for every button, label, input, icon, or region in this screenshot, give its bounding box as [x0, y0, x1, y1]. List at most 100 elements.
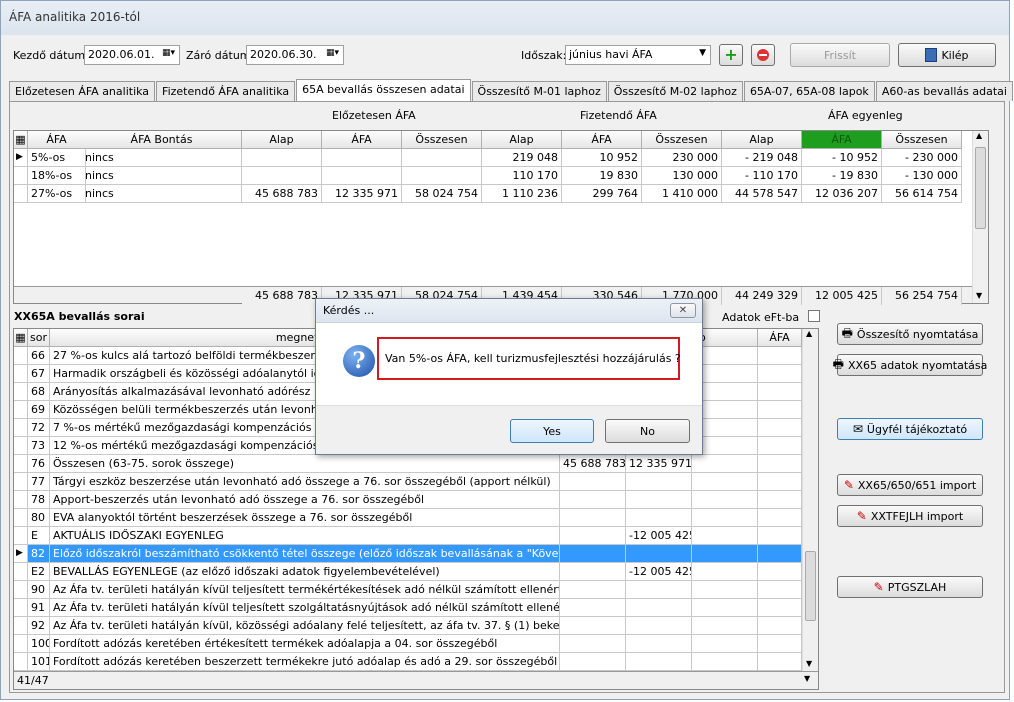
row-extra1[interactable] — [692, 599, 758, 617]
eft-checkbox[interactable] — [808, 310, 820, 322]
row-alap[interactable] — [560, 509, 626, 527]
row-extra2[interactable] — [758, 365, 802, 383]
row-alap[interactable] — [560, 473, 626, 491]
row-alap[interactable] — [560, 563, 626, 581]
tab-65a07[interactable]: 65A-07, 65A-08 lapok — [743, 81, 875, 101]
row-extra2[interactable] — [758, 635, 802, 653]
row-extra2[interactable] — [758, 653, 802, 671]
row-extra2[interactable] — [758, 473, 802, 491]
row-extra2[interactable] — [758, 581, 802, 599]
row-afa[interactable] — [626, 473, 692, 491]
row-extra1[interactable] — [692, 617, 758, 635]
import-xxtfejlh-button[interactable]: ✎ XXTFEJLH import — [837, 505, 983, 527]
summary-grid[interactable]: ▲ ▼ ▦ ÁFA ÁFA Bontás Alap ÁFA Összesen Alap ÁFA… — [13, 130, 989, 305]
row-sor[interactable]: 82 — [28, 545, 50, 563]
rows-scrollbar[interactable]: ▲ ▼ — [802, 329, 818, 671]
grid-cell[interactable]: 230 000 — [642, 149, 722, 167]
row-sor[interactable]: 77 — [28, 473, 50, 491]
grid-cell[interactable]: 110 170 — [482, 167, 562, 185]
grid-cell[interactable] — [242, 167, 322, 185]
row-sor[interactable]: E — [28, 527, 50, 545]
grid-cell[interactable]: 27%-os — [28, 185, 86, 203]
row-extra2[interactable] — [758, 545, 802, 563]
row-extra2[interactable] — [758, 419, 802, 437]
ptgszlah-button[interactable]: ✎ PTGSZLAH — [837, 576, 983, 598]
grid-cell[interactable]: - 10 952 — [802, 149, 882, 167]
remove-period-button[interactable] — [751, 44, 775, 66]
row-name[interactable]: Fordított adózás keretében beszerzett te… — [50, 653, 560, 671]
row-alap[interactable] — [560, 599, 626, 617]
grid-cell[interactable] — [242, 149, 322, 167]
grid-cell[interactable]: 299 764 — [562, 185, 642, 203]
row-alap[interactable] — [560, 581, 626, 599]
grid-cell[interactable] — [402, 167, 482, 185]
print-summary-button[interactable]: 🖶 Összesítő nyomtatása — [837, 323, 983, 345]
row-sor[interactable]: 100 — [28, 635, 50, 653]
grid-cell[interactable]: nincs — [82, 149, 242, 167]
exit-button[interactable]: Kilép — [898, 43, 996, 67]
row-alap[interactable] — [560, 545, 626, 563]
row-extra2[interactable] — [758, 509, 802, 527]
no-button[interactable]: No — [605, 419, 690, 443]
close-icon[interactable]: ✕ — [670, 303, 696, 318]
grid-cell[interactable]: 44 578 547 — [722, 185, 802, 203]
row-name[interactable]: AKTUÁLIS IDŐSZAKI EGYENLEG — [50, 527, 560, 545]
row-afa[interactable] — [626, 491, 692, 509]
row-afa[interactable]: -12 005 425 — [626, 527, 692, 545]
grid-cell[interactable]: 45 688 783 — [242, 185, 322, 203]
start-date-picker[interactable]: 2020.06.01. ▦▾ — [84, 45, 180, 65]
row-afa[interactable] — [626, 653, 692, 671]
grid-cell[interactable]: 5%-os — [28, 149, 86, 167]
row-extra1[interactable] — [692, 491, 758, 509]
row-sor[interactable]: E2 — [28, 563, 50, 581]
row-name[interactable]: Tárgyi eszköz beszerzése után levonható … — [50, 473, 560, 491]
grid-cell[interactable]: 130 000 — [642, 167, 722, 185]
row-afa[interactable] — [626, 617, 692, 635]
row-alap[interactable] — [560, 527, 626, 545]
row-name[interactable]: Összesen (63-75. sorok összege) — [50, 455, 560, 473]
tab-a60[interactable]: A60-as bevallás adatai — [875, 81, 1013, 101]
row-sor[interactable]: 68 — [28, 383, 50, 401]
grid-cell[interactable]: 219 048 — [482, 149, 562, 167]
row-sor[interactable]: 90 — [28, 581, 50, 599]
row-extra1[interactable] — [692, 635, 758, 653]
row-name[interactable]: Az Áfa tv. területi hatályán kívül telje… — [50, 581, 560, 599]
row-extra1[interactable] — [692, 545, 758, 563]
row-extra2[interactable] — [758, 563, 802, 581]
row-afa[interactable] — [626, 635, 692, 653]
import-xx65-button[interactable]: ✎ XX65/650/651 import — [837, 474, 983, 496]
row-extra1[interactable] — [692, 455, 758, 473]
grid-cell[interactable]: 1 410 000 — [642, 185, 722, 203]
row-name[interactable]: EVA alanyoktól történt beszerzések össze… — [50, 509, 560, 527]
row-extra1[interactable] — [692, 509, 758, 527]
grid-cell[interactable] — [402, 149, 482, 167]
row-sor[interactable]: 80 — [28, 509, 50, 527]
row-extra2[interactable] — [758, 599, 802, 617]
row-extra2[interactable] — [758, 401, 802, 419]
grid-cell[interactable]: - 110 170 — [722, 167, 802, 185]
row-extra1[interactable] — [692, 563, 758, 581]
row-afa[interactable] — [626, 545, 692, 563]
print-xx65-button[interactable]: 🖶 XX65 adatok nyomtatása — [833, 354, 987, 376]
row-extra2[interactable] — [758, 347, 802, 365]
row-afa[interactable]: 12 335 971 — [626, 455, 692, 473]
row-name[interactable]: Fordított adózás keretében értékesített … — [50, 635, 560, 653]
grid-cell[interactable]: - 230 000 — [882, 149, 962, 167]
row-sor[interactable]: 72 — [28, 419, 50, 437]
calendar-icon[interactable]: ▦▾ — [162, 48, 175, 58]
tab-elozetes[interactable]: Előzetesen ÁFA analitika — [9, 81, 156, 101]
add-period-button[interactable]: + — [719, 44, 743, 66]
tab-65a-osszesen[interactable]: 65A bevallás összesen adatai — [296, 79, 471, 101]
period-select[interactable]: június havi ÁFA ▼ — [565, 45, 711, 65]
grid-cell[interactable]: 18%-os — [28, 167, 86, 185]
row-extra1[interactable] — [692, 473, 758, 491]
grid-cell[interactable]: 19 830 — [562, 167, 642, 185]
row-sor[interactable]: 101 — [28, 653, 50, 671]
grid-cell[interactable] — [322, 149, 402, 167]
row-afa[interactable] — [626, 599, 692, 617]
yes-button[interactable]: Yes — [510, 419, 594, 443]
row-extra2[interactable] — [758, 455, 802, 473]
row-afa[interactable]: -12 005 425 — [626, 563, 692, 581]
grid-cell[interactable]: 10 952 — [562, 149, 642, 167]
grid-cell[interactable]: 12 036 207 — [802, 185, 882, 203]
